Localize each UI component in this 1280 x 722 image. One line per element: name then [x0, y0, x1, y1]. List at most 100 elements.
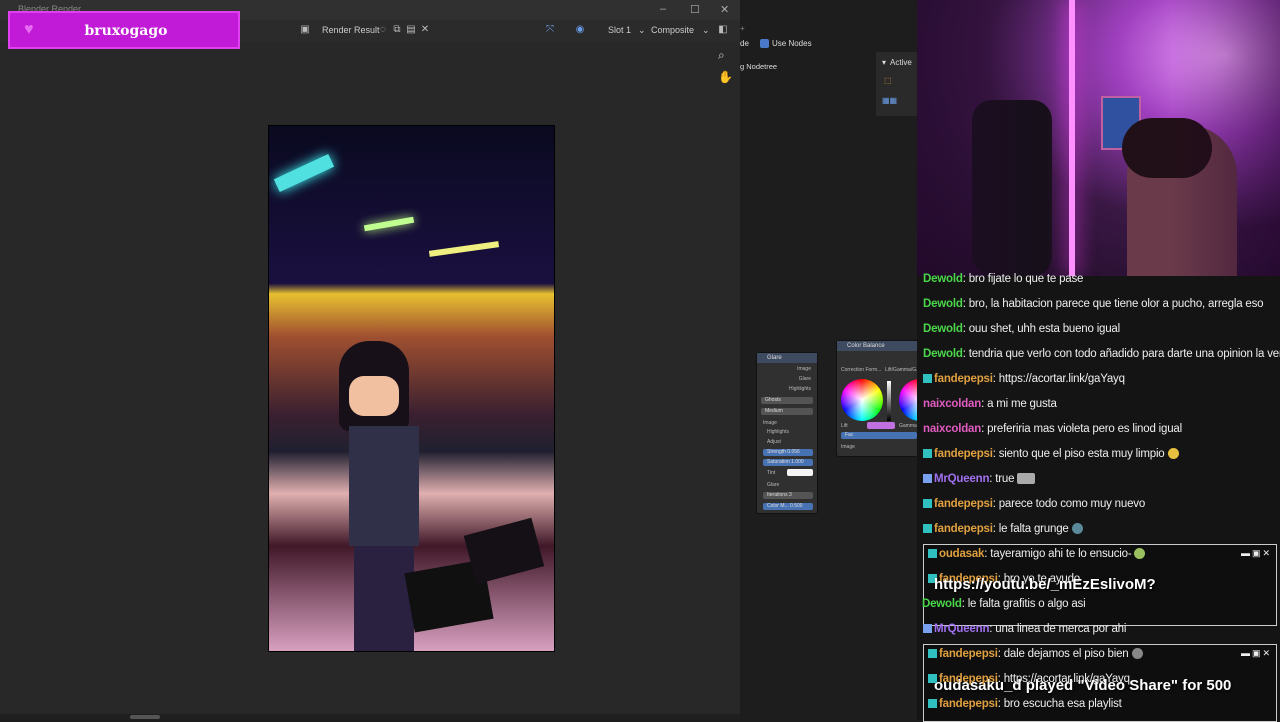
output-image: Image: [797, 366, 811, 372]
subscriber-badge-icon: [928, 699, 937, 709]
subscriber-badge-icon: [923, 449, 932, 459]
glare-node[interactable]: Glare Image Glare Highlights Ghosts Medi…: [756, 352, 818, 514]
strength-field[interactable]: Strength 0.056: [763, 449, 813, 456]
chat-message: fandepepsi: https://acortar.link/gaYayq: [923, 373, 1125, 393]
iterations-field[interactable]: Iterations 3: [763, 492, 813, 499]
chat-user: MrQueenn: [934, 473, 990, 485]
chat-text: : le falta grunge: [992, 523, 1069, 535]
adjust-section[interactable]: Adjust: [767, 439, 781, 445]
scroll-thumb[interactable]: [130, 715, 160, 719]
chat-text: : https://acortar.link/gaYayq: [992, 373, 1125, 385]
fake-user-icon[interactable]: ◌: [376, 23, 390, 37]
slot-chevron-icon[interactable]: ⌄: [638, 25, 646, 36]
chat-user: fandepepsi: [934, 373, 993, 385]
pass-chevron-icon[interactable]: ⌄: [702, 25, 710, 36]
popup-link-text: https://youtu.be/_mEzEslivoM?: [934, 576, 1156, 593]
use-nodes-label[interactable]: Use Nodes: [772, 39, 812, 48]
chat-user: naixcoldan: [923, 423, 982, 435]
open-image-icon[interactable]: ▤: [404, 23, 418, 37]
chat-text: : siento que el piso esta muy limpio: [992, 448, 1165, 460]
color-mod-field[interactable]: Color M... 0.500: [763, 503, 813, 510]
emote-icon: [1167, 448, 1179, 460]
subscriber-badge-icon: [923, 524, 932, 534]
lift-gamma-gain[interactable]: Lift/Gamma/G...: [885, 367, 920, 373]
output-highlights: Highlights: [789, 386, 811, 392]
overlay-icon[interactable]: ◉: [573, 23, 587, 37]
use-nodes-checkbox[interactable]: [760, 39, 769, 48]
chat-message: oudasak: tayeramigo ahi te lo ensucio-: [928, 548, 1146, 568]
close-icon[interactable]: ✕: [720, 3, 729, 16]
add-icon[interactable]: +: [740, 24, 745, 33]
emote-icon: [1131, 648, 1143, 660]
redeem-alert-popup: ▬▣✕ fandepepsi: dale dejamos el piso bie…: [923, 644, 1277, 722]
chat-message: fandepepsi: parece todo como muy nuevo: [923, 498, 1145, 518]
node-editor[interactable]: + de Use Nodes g Nodetree ▾ Active ⬚ ▦▦ …: [740, 20, 941, 720]
chat-user: oudasak: [939, 548, 985, 560]
chat-user: fandepepsi: [939, 648, 998, 660]
chat-alert-popup: ▬▣✕ oudasak: tayeramigo ahi te lo ensuci…: [922, 544, 1277, 626]
chat-panel: Dewold: bro fijate lo que te pase Dewold…: [917, 273, 1280, 722]
lift-value-slider[interactable]: [887, 381, 891, 421]
color-balance-node[interactable]: Color Balance Correction Form... Lift/Ga…: [836, 340, 941, 457]
glare-section[interactable]: Glare: [767, 482, 779, 488]
output-glare: Glare: [798, 376, 811, 382]
chat-message: Dewold: le falta grafitis o algo asi: [922, 598, 1086, 618]
fac-field[interactable]: Fac: [841, 432, 917, 439]
chat-text: : bro, la habitacion parece que tiene ol…: [962, 298, 1264, 310]
lift-label: Lift: [841, 423, 848, 429]
select-mode-icon[interactable]: ▦▦: [882, 96, 897, 105]
webcam-overlay: [917, 0, 1280, 276]
select-box-icon[interactable]: ⬚: [884, 76, 892, 85]
zoom-icon[interactable]: ⌕: [718, 48, 725, 63]
unlink-icon[interactable]: ✕: [418, 23, 432, 37]
node-editor-header: de Use Nodes: [740, 36, 920, 52]
chat-text: : ouu shet, uhh esta bueno igual: [962, 323, 1120, 335]
lift-color-wheel[interactable]: [841, 379, 883, 421]
chat-text: : a mi me gusta: [981, 398, 1057, 410]
hand-pan-icon[interactable]: ✋: [718, 70, 733, 84]
header-fragment: de: [740, 39, 749, 48]
chat-text: : bro fijate lo que te pase: [962, 273, 1084, 285]
maximize-icon[interactable]: ☐: [690, 3, 700, 16]
popup-window-buttons[interactable]: ▬▣✕: [1241, 548, 1272, 559]
glare-node-title[interactable]: Glare: [757, 353, 817, 363]
tint-color-swatch[interactable]: [787, 469, 813, 476]
image-browse-icon[interactable]: ▣: [298, 23, 312, 37]
horizontal-scrollbar[interactable]: [0, 714, 740, 720]
chat-user: fandepepsi: [934, 523, 993, 535]
display-channels-icon[interactable]: ◧: [716, 23, 730, 37]
slot-select[interactable]: Slot 1: [608, 25, 631, 35]
subscriber-badge-icon: [928, 674, 937, 684]
subscriber-badge-icon: [928, 549, 937, 559]
chat-message: Dewold: ouu shet, uhh esta bueno igual: [923, 323, 1120, 343]
chat-message: MrQueenn: una linea de merca por ahi: [923, 623, 1126, 643]
saturation-field[interactable]: Saturation 1.000: [763, 459, 813, 466]
glare-type-select[interactable]: Ghosts: [761, 397, 813, 404]
pass-select[interactable]: Composite: [651, 25, 694, 35]
lift-color-swatch[interactable]: [867, 422, 895, 429]
chat-message: fandepepsi: siento que el piso esta muy …: [923, 448, 1179, 468]
popup-window-buttons[interactable]: ▬▣✕: [1241, 648, 1272, 659]
chat-message: fandepepsi: dale dejamos el piso bien: [928, 648, 1143, 668]
gamma-label: Gamma: [899, 423, 917, 429]
color-balance-title[interactable]: Color Balance: [837, 341, 921, 351]
active-chevron-icon[interactable]: ▾: [882, 58, 886, 67]
chat-user: Dewold: [923, 323, 963, 335]
minimize-icon[interactable]: –: [660, 3, 666, 15]
active-tool-panel: ▾ Active ⬚ ▦▦: [876, 52, 920, 116]
image-name[interactable]: Render Result: [322, 25, 380, 35]
emote-icon: [1134, 548, 1146, 560]
highlights-section[interactable]: Highlights: [767, 429, 789, 435]
chat-message: naixcoldan: a mi me gusta: [923, 398, 1057, 418]
subscriber-badge-icon: [923, 474, 932, 484]
gizmo-icon[interactable]: ⤧: [543, 23, 557, 37]
chat-message: Dewold: tendria que verlo con todo añadi…: [923, 348, 1280, 368]
subscriber-badge-icon: [923, 374, 932, 384]
glare-quality-select[interactable]: Medium: [761, 408, 813, 415]
cb-image-input: Image: [841, 444, 855, 450]
active-label: Active: [890, 58, 912, 67]
correction-formula[interactable]: Correction Form...: [841, 367, 881, 373]
chat-user: Dewold: [923, 273, 963, 285]
new-image-icon[interactable]: ⧉: [390, 23, 404, 37]
chat-message: MrQueenn: true: [923, 473, 1036, 493]
